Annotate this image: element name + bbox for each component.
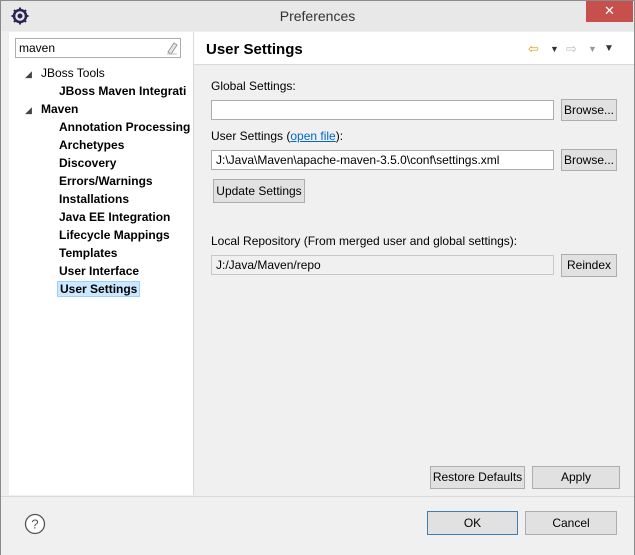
tree-item-label: Java EE Integration <box>59 210 171 224</box>
forward-dropdown-icon[interactable]: ▼ <box>588 44 597 54</box>
close-button[interactable]: ✕ <box>586 1 633 22</box>
svg-text:?: ? <box>31 517 38 532</box>
expanded-chevron-icon[interactable]: ◢ <box>25 101 39 119</box>
tree-item-label: Archetypes <box>59 138 125 152</box>
tree-item-label: User Settings <box>57 281 141 297</box>
page-title: User Settings <box>206 41 303 58</box>
tree-item[interactable]: JBoss Maven Integrati <box>57 82 188 100</box>
tree-item[interactable]: Lifecycle Mappings <box>57 226 172 244</box>
tree-item[interactable]: Java EE Integration <box>57 208 172 226</box>
help-icon[interactable]: ? <box>24 513 46 535</box>
close-icon: ✕ <box>604 3 615 18</box>
local-repository-field: J:/Java/Maven/repo <box>211 255 554 275</box>
user-settings-label: User Settings (open file): <box>211 129 343 143</box>
preferences-window: Preferences ✕ ◢JBoss ToolsJBoss Maven In… <box>0 0 635 555</box>
tree-item[interactable]: Errors/Warnings <box>57 172 155 190</box>
local-repository-label: Local Repository (From merged user and g… <box>211 234 518 248</box>
tree-item[interactable]: ◢ Maven <box>25 100 80 118</box>
tree-item-label: Lifecycle Mappings <box>59 228 170 242</box>
user-settings-label-text: User Settings ( <box>211 129 291 143</box>
user-browse-button[interactable]: Browse... <box>561 149 617 171</box>
tree-item-label: Discovery <box>59 156 117 170</box>
reindex-button[interactable]: Reindex <box>561 254 617 277</box>
preference-tree-pane: ◢JBoss ToolsJBoss Maven Integrati◢MavenA… <box>9 32 194 526</box>
open-file-link[interactable]: open file <box>290 129 335 143</box>
filter-field[interactable] <box>15 38 181 58</box>
view-menu-icon[interactable]: ▼ <box>604 43 614 54</box>
filter-input[interactable] <box>19 40 159 56</box>
tree-item-label: JBoss Maven Integrati <box>59 84 187 98</box>
forward-arrow-icon[interactable]: ⇨ <box>566 41 577 57</box>
title-bar: Preferences ✕ <box>1 1 634 31</box>
user-settings-label-suffix: ): <box>335 129 344 143</box>
tree-item[interactable]: ◢ JBoss Tools <box>25 64 107 82</box>
tree-item[interactable]: Templates <box>57 244 119 262</box>
tree-item-label: Templates <box>59 246 118 260</box>
apply-button[interactable]: Apply <box>532 466 620 489</box>
tree-item[interactable]: Installations <box>57 190 131 208</box>
tree-item-label: User Interface <box>59 264 140 278</box>
header-divider <box>194 64 634 65</box>
tree-item[interactable]: Annotation Processing <box>57 118 192 136</box>
dialog-button-bar: ? OK Cancel <box>1 496 634 555</box>
page-header: User Settings ⇦ ▼ ⇨ ▼ ▼ <box>194 32 634 64</box>
global-settings-field[interactable] <box>211 100 554 120</box>
tree-item-label: Maven <box>41 102 79 116</box>
ok-button[interactable]: OK <box>427 511 518 535</box>
tree-item-label: Installations <box>59 192 130 206</box>
restore-defaults-button[interactable]: Restore Defaults <box>430 466 525 489</box>
tree-item[interactable]: User Interface <box>57 262 141 280</box>
tree-item-label: Errors/Warnings <box>59 174 153 188</box>
tree-item[interactable]: Discovery <box>57 154 118 172</box>
back-dropdown-icon[interactable]: ▼ <box>550 44 559 54</box>
global-browse-button[interactable]: Browse... <box>561 99 617 121</box>
tree-item-label: Annotation Processing <box>59 120 191 134</box>
user-settings-field[interactable]: J:\Java\Maven\apache-maven-3.5.0\conf\se… <box>211 150 554 170</box>
tree-item-label: JBoss Tools <box>41 66 105 80</box>
tree-item[interactable]: Archetypes <box>57 136 126 154</box>
global-settings-label: Global Settings: <box>211 79 296 93</box>
expanded-chevron-icon[interactable]: ◢ <box>25 65 39 83</box>
window-title: Preferences <box>279 8 356 24</box>
update-settings-button[interactable]: Update Settings <box>213 179 305 203</box>
back-arrow-icon[interactable]: ⇦ <box>528 41 539 57</box>
tree-item[interactable]: User Settings <box>57 280 141 298</box>
eraser-icon[interactable] <box>165 41 179 55</box>
cancel-button[interactable]: Cancel <box>525 511 617 535</box>
preference-page: User Settings ⇦ ▼ ⇨ ▼ ▼ Global Settings:… <box>194 32 634 495</box>
